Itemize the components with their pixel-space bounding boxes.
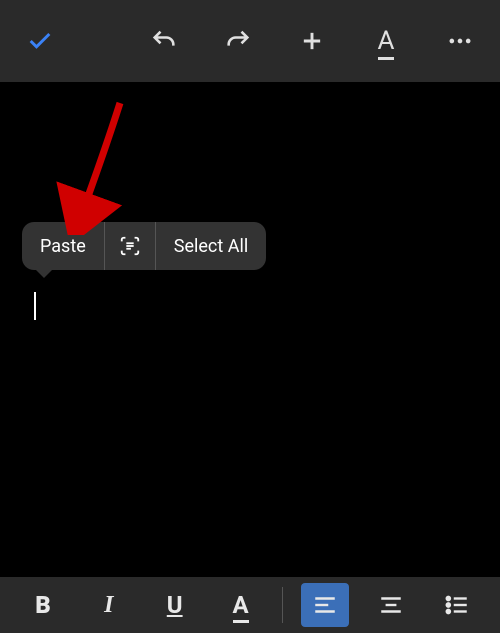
scan-text-icon [119, 235, 141, 257]
confirm-button[interactable] [18, 19, 62, 63]
add-button[interactable] [290, 19, 334, 63]
plus-icon [298, 27, 326, 55]
paste-menu-item[interactable]: Paste [22, 222, 104, 270]
top-toolbar: A [0, 0, 500, 82]
redo-button[interactable] [216, 19, 260, 63]
editor-area[interactable] [0, 82, 500, 577]
bold-button[interactable]: B [19, 583, 67, 627]
text-color-icon: A [233, 591, 249, 619]
align-left-button[interactable] [301, 583, 349, 627]
align-center-button[interactable] [367, 583, 415, 627]
text-color-button[interactable]: A [217, 583, 265, 627]
align-center-icon [378, 592, 404, 618]
text-format-icon: A [378, 26, 395, 56]
align-left-icon [312, 592, 338, 618]
redo-icon [224, 27, 252, 55]
text-format-button[interactable]: A [364, 19, 408, 63]
text-cursor [34, 292, 36, 320]
context-menu: Paste Select All [22, 222, 266, 270]
bottom-toolbar: B I U A [0, 577, 500, 633]
underline-button[interactable]: U [151, 583, 199, 627]
italic-button[interactable]: I [85, 583, 133, 627]
bullet-list-button[interactable] [433, 583, 481, 627]
select-all-menu-item[interactable]: Select All [156, 222, 266, 270]
scan-menu-item[interactable] [105, 222, 155, 270]
more-button[interactable] [438, 19, 482, 63]
toolbar-separator [282, 587, 283, 623]
more-horizontal-icon [446, 27, 474, 55]
list-bullet-icon [444, 592, 470, 618]
undo-button[interactable] [142, 19, 186, 63]
undo-icon [150, 27, 178, 55]
check-icon [26, 27, 54, 55]
